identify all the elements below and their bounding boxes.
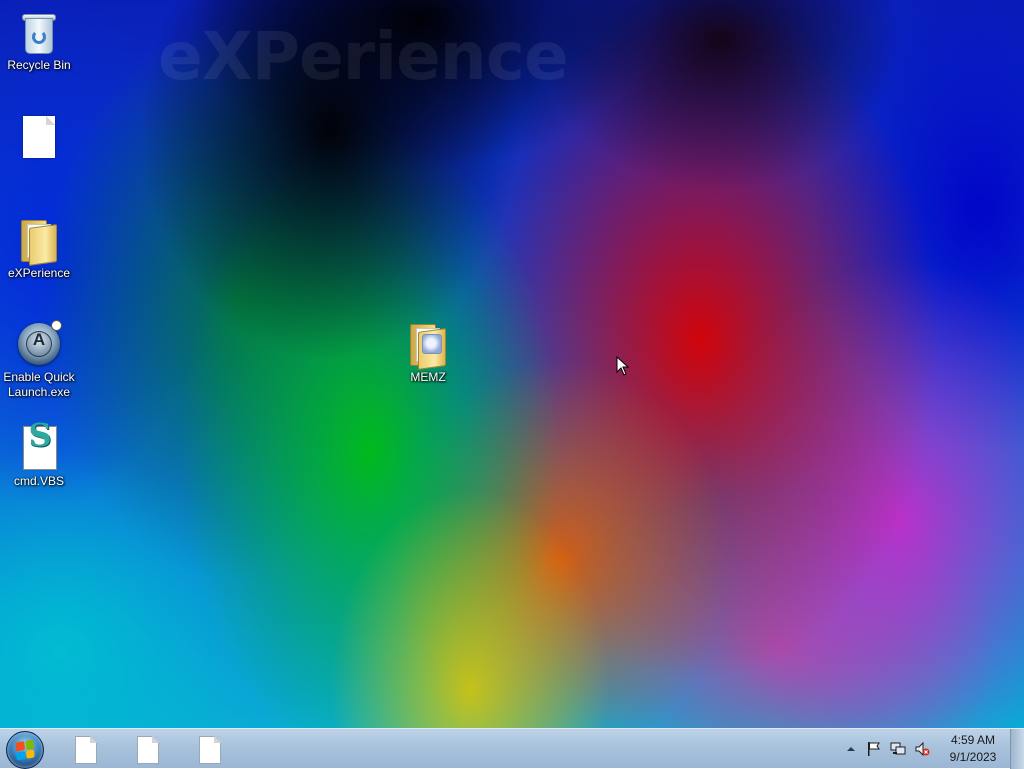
taskbar-clock[interactable]: 4:59 AM 9/1/2023 <box>940 732 1006 766</box>
windows-start-orb-icon <box>15 739 35 761</box>
folder-with-image-icon <box>404 320 452 370</box>
taskbar-button-document-1[interactable] <box>61 734 117 766</box>
blank-document-icon <box>199 736 221 764</box>
vbs-script-icon: S <box>15 419 63 472</box>
desktop-icon-label: eXPerience <box>7 266 71 280</box>
show-hidden-icons-arrow[interactable] <box>843 741 859 757</box>
volume-muted-icon[interactable] <box>914 741 930 757</box>
desktop-icon-recycle-bin[interactable]: Recycle Bin <box>0 8 79 73</box>
recycle-bin-icon <box>15 8 63 56</box>
start-button[interactable] <box>6 731 44 769</box>
quick-launch-app-icon: A <box>15 320 63 368</box>
desktop-icon-label: MEMZ <box>410 370 446 384</box>
network-icon[interactable] <box>890 741 906 757</box>
blank-document-icon <box>15 114 63 162</box>
wallpaper-watermark: eXPerience <box>158 18 569 95</box>
mouse-pointer-icon <box>616 356 630 376</box>
desktop-icon-label: Enable Quick Launch.exe <box>3 370 75 399</box>
desktop-icon-cmd-vbs[interactable]: S cmd.VBS <box>0 419 79 489</box>
desktop-icon-label: Recycle Bin <box>7 58 71 72</box>
folder-icon <box>15 216 63 266</box>
action-center-flag-icon[interactable] <box>866 741 882 757</box>
desktop-icon-experience-folder[interactable]: eXPerience <box>0 216 79 281</box>
taskbar-button-document-3[interactable] <box>185 734 241 766</box>
clock-date: 9/1/2023 <box>949 750 997 764</box>
desktop[interactable]: eXPerience Recycle Bin eXPerience A Enab… <box>0 0 1024 768</box>
taskbar: 4:59 AM 9/1/2023 <box>0 728 1024 769</box>
desktop-icon-label: cmd.VBS <box>13 474 64 488</box>
show-desktop-button[interactable] <box>1010 729 1024 769</box>
blank-document-icon <box>137 736 159 764</box>
taskbar-button-document-2[interactable] <box>123 734 179 766</box>
desktop-icon-memz-folder[interactable]: MEMZ <box>388 320 468 385</box>
desktop-icon-enable-quick-launch[interactable]: A Enable Quick Launch.exe <box>0 320 79 400</box>
blank-document-icon <box>75 736 97 764</box>
clock-time: 4:59 AM <box>950 733 996 747</box>
desktop-icon-document[interactable] <box>0 114 79 164</box>
